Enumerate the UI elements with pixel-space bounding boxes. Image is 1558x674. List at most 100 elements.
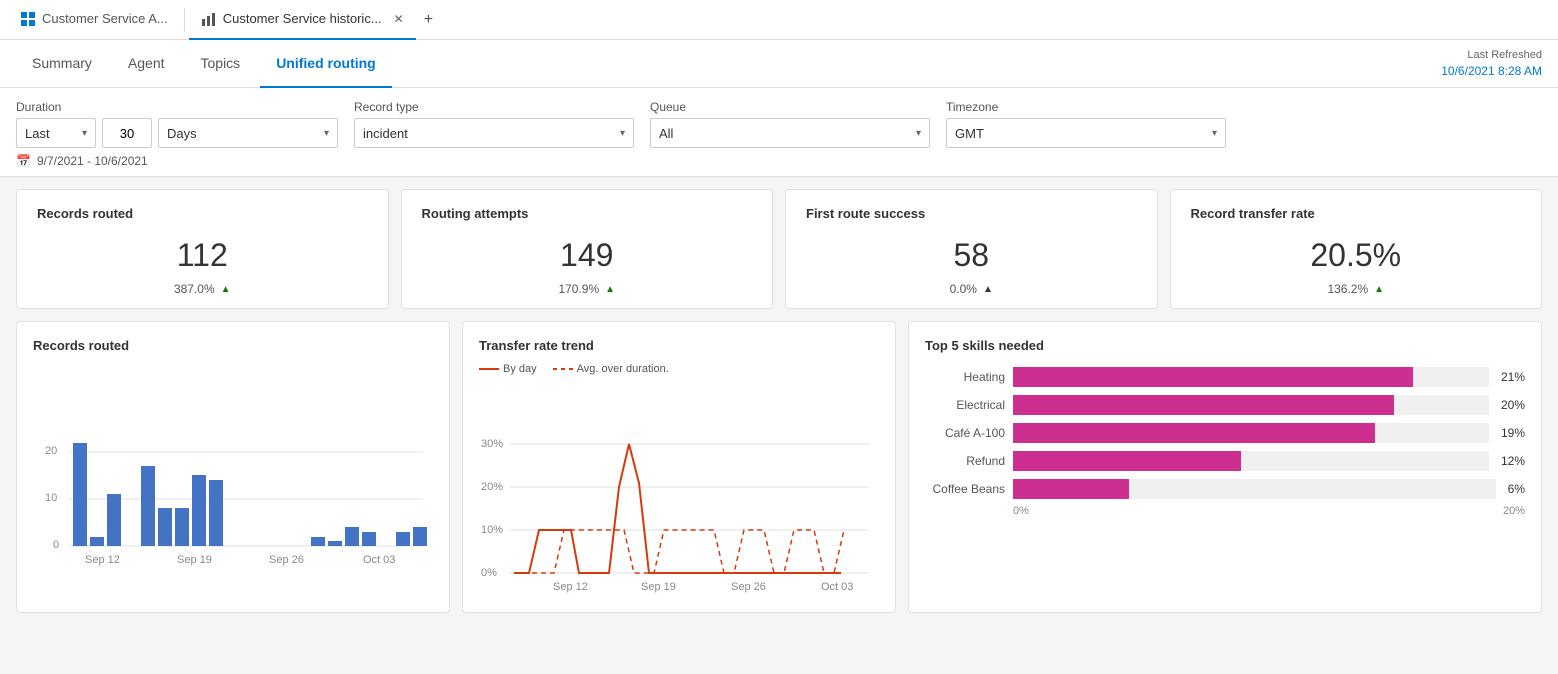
date-range-value: 9/7/2021 - 10/6/2021 bbox=[37, 154, 148, 168]
axis-start: 0% bbox=[1013, 505, 1029, 517]
calendar-icon: 📅 bbox=[16, 154, 31, 168]
timezone-filter: Timezone GMT ▾ bbox=[946, 100, 1226, 148]
kpi-trend-2: 0.0% bbox=[950, 282, 977, 296]
tab-summary[interactable]: Summary bbox=[16, 40, 108, 88]
app-tab-2[interactable]: Customer Service historic... ✕ bbox=[189, 0, 416, 40]
queue-select[interactable]: All ▾ bbox=[650, 118, 930, 148]
kpi-row: Records routed 112 387.0% ▲ Routing atte… bbox=[16, 189, 1542, 309]
skills-chart-title: Top 5 skills needed bbox=[925, 338, 1525, 353]
add-tab-button[interactable]: + bbox=[424, 11, 433, 29]
tab-agent[interactable]: Agent bbox=[112, 40, 181, 88]
dashed-line-icon bbox=[553, 368, 573, 370]
svg-text:Oct 03: Oct 03 bbox=[821, 581, 853, 593]
kpi-footer-3: 136.2% ▲ bbox=[1191, 282, 1522, 296]
svg-text:Sep 12: Sep 12 bbox=[553, 581, 588, 593]
duration-value-input[interactable] bbox=[102, 118, 152, 148]
tab-topics[interactable]: Topics bbox=[185, 40, 257, 88]
svg-text:0: 0 bbox=[53, 539, 59, 551]
kpi-trend-1: 170.9% bbox=[558, 282, 599, 296]
last-refreshed-value: 10/6/2021 8:28 AM bbox=[1441, 63, 1542, 80]
svg-text:Sep 19: Sep 19 bbox=[641, 581, 676, 593]
timezone-select[interactable]: GMT ▾ bbox=[946, 118, 1226, 148]
kpi-title-2: First route success bbox=[806, 206, 1137, 221]
kpi-arrow-3: ▲ bbox=[1374, 284, 1384, 295]
skill-bar-1 bbox=[1013, 395, 1394, 415]
close-tab-button[interactable]: ✕ bbox=[394, 12, 404, 26]
skills-axis: 0% 20% bbox=[925, 505, 1525, 517]
skill-label-3: Refund bbox=[925, 454, 1005, 468]
kpi-value-2: 58 bbox=[806, 229, 1137, 282]
legend-avg: Avg. over duration. bbox=[553, 363, 669, 375]
duration-filter: Duration Last ▾ Days ▾ bbox=[16, 100, 338, 148]
skill-pct-1: 20% bbox=[1501, 398, 1525, 412]
kpi-arrow-0: ▲ bbox=[221, 284, 231, 295]
svg-text:10: 10 bbox=[45, 492, 57, 504]
kpi-title-0: Records routed bbox=[37, 206, 368, 221]
bar-chart-card: Records routed 0 10 20 bbox=[16, 321, 450, 613]
skill-label-1: Electrical bbox=[925, 398, 1005, 412]
kpi-trend-0: 387.0% bbox=[174, 282, 215, 296]
skill-pct-0: 21% bbox=[1501, 370, 1525, 384]
chart-legend: By day Avg. over duration. bbox=[479, 363, 879, 375]
chevron-down-icon: ▾ bbox=[1212, 128, 1217, 139]
skill-pct-3: 12% bbox=[1501, 454, 1525, 468]
svg-text:10%: 10% bbox=[481, 524, 503, 536]
chevron-down-icon: ▾ bbox=[620, 128, 625, 139]
bar-chart-title: Records routed bbox=[33, 338, 433, 353]
skill-label-0: Heating bbox=[925, 370, 1005, 384]
skill-pct-2: 19% bbox=[1501, 426, 1525, 440]
svg-text:Sep 12: Sep 12 bbox=[85, 554, 120, 566]
tab-agent-label: Agent bbox=[128, 55, 165, 71]
svg-text:Sep 26: Sep 26 bbox=[731, 581, 766, 593]
record-type-filter: Record type incident ▾ bbox=[354, 100, 634, 148]
kpi-arrow-1: ▲ bbox=[605, 284, 615, 295]
kpi-value-3: 20.5% bbox=[1191, 229, 1522, 282]
skill-pct-4: 6% bbox=[1508, 482, 1525, 496]
kpi-trend-3: 136.2% bbox=[1327, 282, 1368, 296]
legend-by-day: By day bbox=[479, 363, 537, 375]
svg-text:Oct 03: Oct 03 bbox=[363, 554, 395, 566]
kpi-title-3: Record transfer rate bbox=[1191, 206, 1522, 221]
record-type-select[interactable]: incident ▾ bbox=[354, 118, 634, 148]
svg-text:Sep 19: Sep 19 bbox=[177, 554, 212, 566]
tab-unified-routing[interactable]: Unified routing bbox=[260, 40, 392, 88]
app-tab-2-label: Customer Service historic... bbox=[223, 11, 382, 26]
skill-bar-container-0 bbox=[1013, 367, 1489, 387]
chart-icon bbox=[201, 11, 217, 27]
axis-end: 20% bbox=[1503, 505, 1525, 517]
solid-line-icon bbox=[479, 368, 499, 370]
kpi-footer-1: 170.9% ▲ bbox=[422, 282, 753, 296]
kpi-footer-2: 0.0% ▲ bbox=[806, 282, 1137, 296]
tab-unified-routing-label: Unified routing bbox=[276, 55, 376, 71]
svg-text:30%: 30% bbox=[481, 438, 503, 450]
skill-bar-3 bbox=[1013, 451, 1241, 471]
duration-label: Duration bbox=[16, 100, 338, 114]
duration-type-select[interactable]: Last ▾ bbox=[16, 118, 96, 148]
timezone-label: Timezone bbox=[946, 100, 1226, 114]
chevron-down-icon: ▾ bbox=[916, 128, 921, 139]
date-range: 📅 9/7/2021 - 10/6/2021 bbox=[16, 154, 1542, 168]
svg-text:0%: 0% bbox=[481, 567, 497, 579]
duration-unit-select[interactable]: Days ▾ bbox=[158, 118, 338, 148]
skill-row-4: Coffee Beans 6% bbox=[925, 479, 1525, 499]
line-chart-card: Transfer rate trend By day Avg. over dur… bbox=[462, 321, 896, 613]
tab-divider bbox=[184, 8, 185, 32]
skill-bar-container-4 bbox=[1013, 479, 1496, 499]
queue-filter: Queue All ▾ bbox=[650, 100, 930, 148]
app-tab-1[interactable]: Customer Service A... bbox=[8, 0, 180, 40]
chevron-down-icon: ▾ bbox=[324, 128, 329, 139]
skill-row-3: Refund 12% bbox=[925, 451, 1525, 471]
bar-chart-svg: 0 10 20 bbox=[33, 363, 433, 583]
skill-bar-2 bbox=[1013, 423, 1375, 443]
svg-text:20: 20 bbox=[45, 445, 57, 457]
record-type-label: Record type bbox=[354, 100, 634, 114]
chevron-down-icon: ▾ bbox=[82, 128, 87, 139]
skill-label-2: Café A-100 bbox=[925, 426, 1005, 440]
filters-bar: Duration Last ▾ Days ▾ Record type incid… bbox=[0, 88, 1558, 177]
duration-control: Last ▾ Days ▾ bbox=[16, 118, 338, 148]
svg-text:20%: 20% bbox=[481, 481, 503, 493]
kpi-card-3: Record transfer rate 20.5% 136.2% ▲ bbox=[1170, 189, 1543, 309]
kpi-card-2: First route success 58 0.0% ▲ bbox=[785, 189, 1158, 309]
charts-row: Records routed 0 10 20 bbox=[16, 321, 1542, 613]
nav-tabs: Summary Agent Topics Unified routing Las… bbox=[0, 40, 1558, 88]
